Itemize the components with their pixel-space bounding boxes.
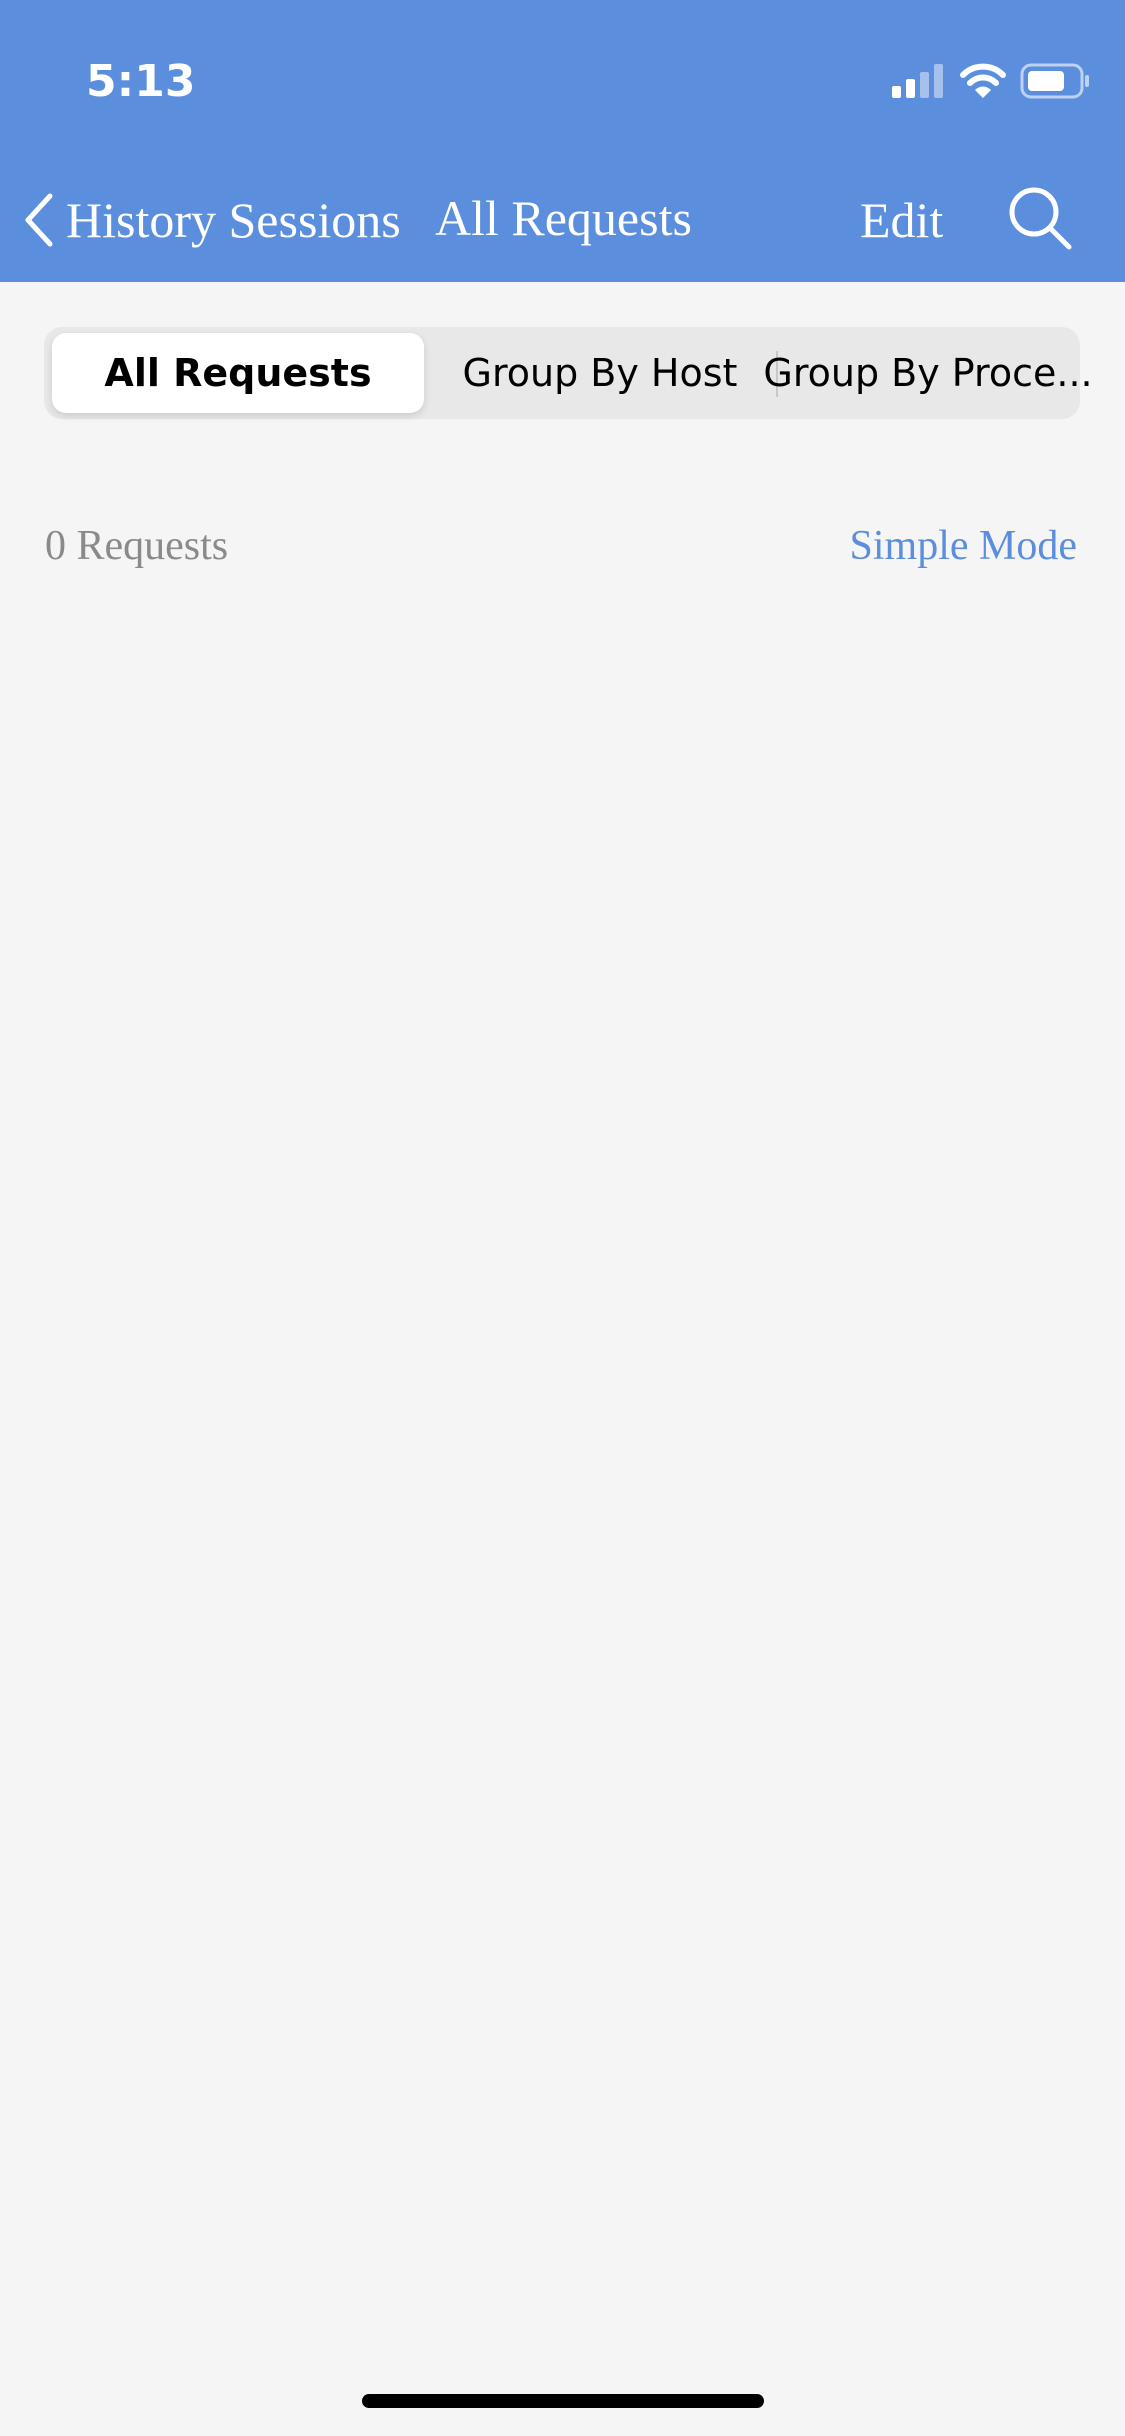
simple-mode-button[interactable]: Simple Mode [850, 516, 1078, 576]
back-button-label: History Sessions [66, 192, 401, 248]
edit-button[interactable]: Edit [860, 188, 943, 252]
segment-group-by-host[interactable]: Group By Host [424, 333, 776, 413]
segmented-control: All Requests Group By Host Group By Proc… [44, 327, 1093, 419]
segment-group-by-process[interactable]: Group By Proce... [763, 333, 1092, 413]
page-title: All Requests [435, 190, 692, 246]
cellular-signal-icon [892, 64, 943, 98]
status-time: 5:13 [86, 56, 196, 107]
search-icon[interactable] [1006, 184, 1074, 252]
chevron-left-icon [25, 193, 53, 247]
navigation-header: 5:13 History Sessions All Requests Edit [0, 0, 1125, 282]
home-indicator [362, 2394, 764, 2408]
request-count: 0 Requests [45, 523, 229, 569]
back-button[interactable]: History Sessions [20, 188, 401, 252]
segment-all-requests[interactable]: All Requests [52, 333, 424, 413]
wifi-icon [960, 63, 1006, 98]
battery-icon [1020, 63, 1089, 99]
